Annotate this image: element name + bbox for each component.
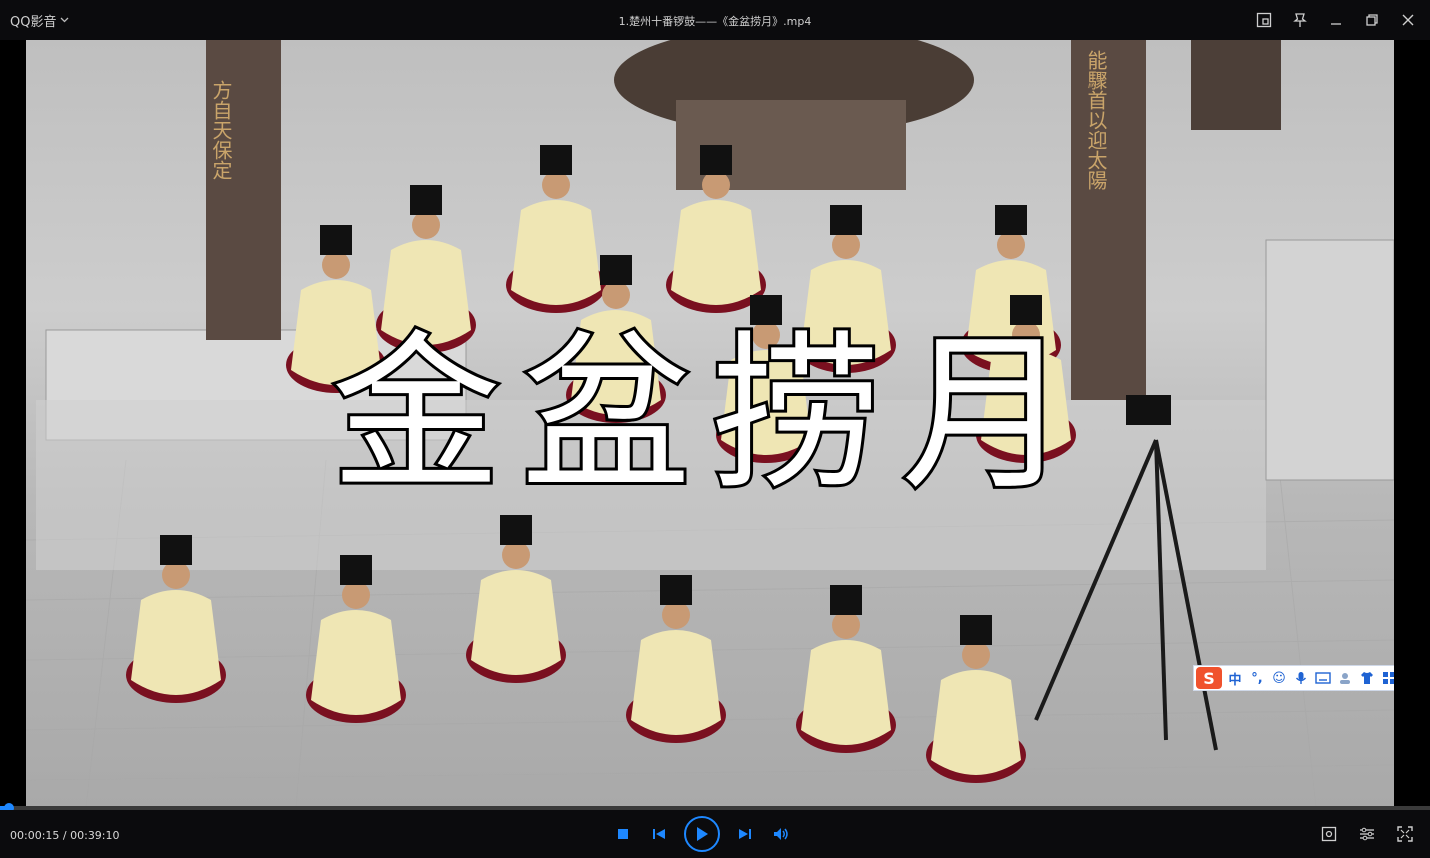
- performer-figure: [926, 615, 1026, 783]
- settings-icon: [1360, 827, 1374, 841]
- playback-controls: [612, 816, 792, 852]
- keyboard-icon[interactable]: [1314, 669, 1332, 687]
- next-icon: [739, 829, 751, 839]
- ime-chinese-mode[interactable]: 中: [1226, 669, 1244, 688]
- performer-figure: [506, 145, 606, 313]
- screenshot-button[interactable]: [1252, 8, 1276, 32]
- control-bar: 00:00:15 / 00:39:10: [0, 810, 1430, 858]
- sogou-logo-icon[interactable]: S: [1196, 667, 1222, 689]
- total-time: 00:39:10: [70, 829, 120, 842]
- chevron-down-icon: [60, 16, 69, 26]
- pin-icon: [1293, 13, 1307, 27]
- pillar-right-text: 能驟首以迎太陽: [1084, 50, 1108, 190]
- extra-controls: [1318, 823, 1416, 845]
- pin-button[interactable]: [1288, 8, 1312, 32]
- screenshot-icon: [1256, 12, 1272, 28]
- file-title: 1.楚州十番锣鼓——《金盆捞月》.mp4: [618, 15, 812, 28]
- volume-button[interactable]: [770, 823, 792, 845]
- ime-toolbar[interactable]: S 中 °, ☺: [1193, 665, 1394, 691]
- next-button[interactable]: [734, 823, 756, 845]
- skin-shirt-icon[interactable]: [1358, 669, 1376, 687]
- stop-button[interactable]: [612, 823, 634, 845]
- pillar-left-text: 方自天保定: [209, 80, 233, 180]
- previous-button[interactable]: [648, 823, 670, 845]
- video-frame[interactable]: 方自天保定 能驟首以迎太陽 金盆捞月 S 中 °, ☺: [26, 40, 1394, 807]
- window-controls: [1252, 8, 1420, 32]
- close-button[interactable]: [1396, 8, 1420, 32]
- restore-button[interactable]: [1360, 8, 1384, 32]
- performer-figure: [796, 585, 896, 753]
- previous-icon: [653, 829, 665, 839]
- app-name: QQ影音: [10, 15, 57, 30]
- stop-icon: [618, 829, 628, 839]
- play-icon: [697, 827, 708, 841]
- volume-icon: [774, 828, 788, 840]
- timecode: 00:00:15 / 00:39:10: [10, 829, 120, 842]
- performer-figure: [626, 575, 726, 743]
- toolbox-grid-icon[interactable]: [1380, 669, 1394, 687]
- user-icon[interactable]: [1336, 669, 1354, 687]
- close-icon: [1402, 14, 1414, 26]
- app-menu-button[interactable]: QQ影音: [10, 11, 69, 30]
- microphone-icon[interactable]: [1292, 669, 1310, 687]
- snapshot-button[interactable]: [1318, 823, 1340, 845]
- title-bar: QQ影音 1.楚州十番锣鼓——《金盆捞月》.mp4: [0, 0, 1430, 40]
- settings-button[interactable]: [1356, 823, 1378, 845]
- video-area[interactable]: 方自天保定 能驟首以迎太陽 金盆捞月 S 中 °, ☺: [0, 40, 1430, 807]
- play-button[interactable]: [684, 816, 720, 852]
- current-time: 00:00:15: [10, 829, 60, 842]
- fullscreen-icon: [1397, 826, 1413, 842]
- minimize-button[interactable]: [1324, 8, 1348, 32]
- snapshot-icon: [1321, 826, 1337, 842]
- emoji-icon[interactable]: ☺: [1270, 669, 1288, 687]
- video-caption: 金盆捞月: [328, 316, 1091, 514]
- fullscreen-button[interactable]: [1394, 823, 1416, 845]
- performer-figure: [306, 555, 406, 723]
- file-title-wrap: 1.楚州十番锣鼓——《金盆捞月》.mp4: [0, 13, 1430, 29]
- minimize-icon: [1331, 23, 1341, 25]
- restore-icon: [1366, 14, 1378, 26]
- ime-punctuation[interactable]: °,: [1248, 669, 1266, 687]
